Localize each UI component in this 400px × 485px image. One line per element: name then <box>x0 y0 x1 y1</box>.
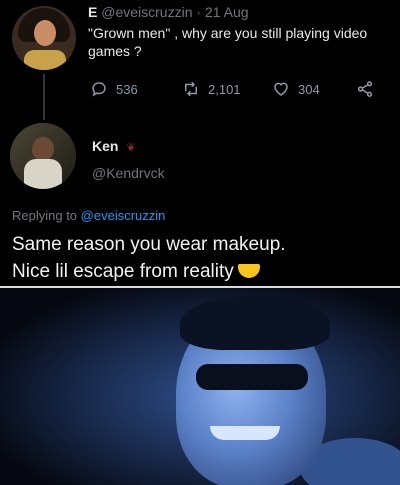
reply-text-line-1: Same reason you wear makeup. <box>12 234 286 255</box>
share-button[interactable] <box>356 80 374 98</box>
replying-to-label: Replying to <box>12 208 78 223</box>
reply-icon <box>92 82 106 97</box>
tweet-date[interactable]: 21 Aug <box>205 4 249 20</box>
reply-tweet[interactable]: Ken ❦ @Kendrvck Replying to @eveiscruzzin… <box>0 118 400 286</box>
reply-button[interactable]: 536 <box>90 80 138 98</box>
reply-author-name[interactable]: Ken ❦ <box>92 138 136 154</box>
tweet-header: E @eveiscruzzin · 21 Aug <box>88 4 249 20</box>
tweet-screenshot: E @eveiscruzzin · 21 Aug "Grown men" , w… <box>0 0 400 286</box>
like-count: 304 <box>298 81 320 97</box>
thread-line <box>43 74 45 120</box>
smile <box>210 426 280 440</box>
reply-count: 536 <box>116 81 138 97</box>
reply-text-line-2-text: Nice lil escape from reality <box>12 261 234 282</box>
tweet-actions: 536 2,101 304 <box>90 80 390 100</box>
reply-author-name-text: Ken <box>92 138 119 154</box>
reply-author-handle[interactable]: @Kendrvck <box>92 165 165 181</box>
replying-to-mention[interactable]: @eveiscruzzin <box>81 208 166 223</box>
meme-image <box>0 288 400 485</box>
share-icon <box>357 81 373 97</box>
original-tweet[interactable]: E @eveiscruzzin · 21 Aug "Grown men" , w… <box>10 2 395 120</box>
reply-author-avatar[interactable] <box>10 123 76 189</box>
author-avatar[interactable] <box>12 6 76 70</box>
author-handle[interactable]: @eveiscruzzin <box>101 4 192 20</box>
reply-text: Same reason you wear makeup. Nice lil es… <box>12 231 392 285</box>
sunglasses <box>196 364 308 390</box>
header-separator: · <box>196 4 202 20</box>
replying-to: Replying to @eveiscruzzin <box>12 208 165 223</box>
sweat-smile-emoji-icon <box>237 264 260 278</box>
like-button[interactable]: 304 <box>272 80 320 98</box>
retweet-button[interactable]: 2,101 <box>182 80 241 98</box>
author-name[interactable]: E <box>88 4 97 20</box>
retweet-count: 2,101 <box>208 81 241 97</box>
verified-badge-icon: ❦ <box>126 142 136 154</box>
heart-icon <box>274 82 288 96</box>
reply-text-line-2: Nice lil escape from reality <box>12 258 392 285</box>
tweet-text: "Grown men" , why are you still playing … <box>88 25 368 59</box>
retweet-icon <box>185 81 197 97</box>
